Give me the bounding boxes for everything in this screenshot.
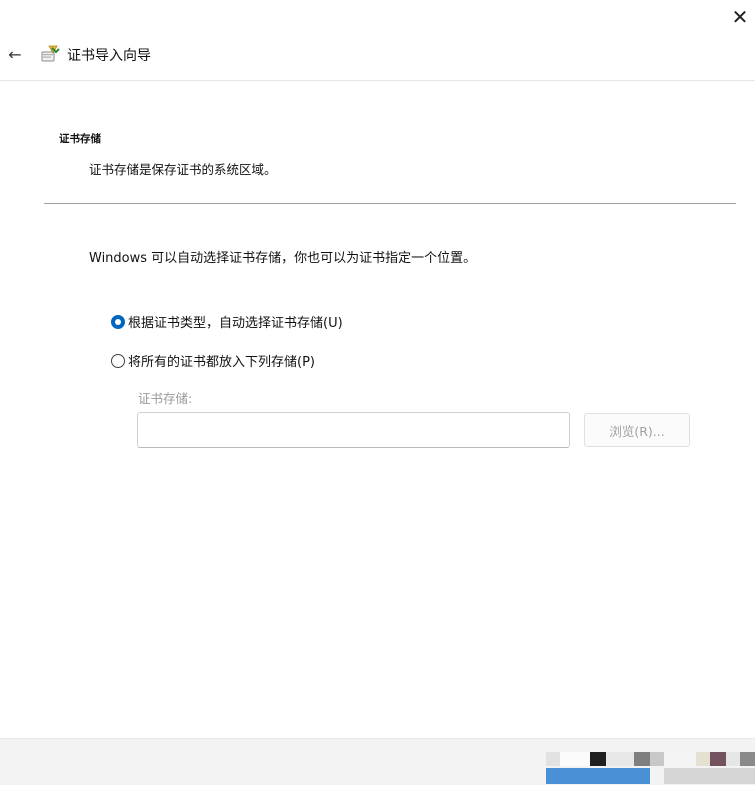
footer-pixel-block	[726, 752, 740, 766]
footer-pixel-block	[634, 752, 650, 766]
close-button[interactable]: ✕	[727, 5, 753, 29]
cancel-button[interactable]	[664, 768, 755, 784]
certificate-store-input[interactable]	[137, 412, 570, 448]
footer-pixel-block	[740, 752, 755, 766]
section-divider	[44, 203, 736, 204]
window-title: 证书导入向导	[67, 48, 151, 64]
radio-unchecked-icon[interactable]	[111, 353, 125, 368]
section-description: 证书存储是保存证书的系统区域。	[89, 162, 277, 177]
footer-pixel-block	[696, 752, 710, 766]
footer-pixel-block	[590, 752, 606, 766]
next-button[interactable]	[546, 768, 650, 784]
footer-pixel-block	[546, 752, 560, 766]
footer-pixel-block	[664, 752, 696, 766]
radio-place-in-store[interactable]: 将所有的证书都放入下列存储(P)	[111, 351, 315, 370]
radio-auto-select-label[interactable]: 根据证书类型，自动选择证书存储(U)	[128, 312, 343, 331]
certificate-wizard-icon	[41, 45, 60, 62]
footer-pixel-block	[650, 752, 664, 766]
section-heading: 证书存储	[59, 133, 101, 145]
intro-text: Windows 可以自动选择证书存储，你也可以为证书指定一个位置。	[89, 251, 477, 266]
footer-pixel-block	[560, 752, 590, 766]
certificate-store-label: 证书存储:	[138, 391, 193, 406]
close-icon: ✕	[731, 5, 749, 29]
footer-pixel-block	[710, 752, 726, 766]
back-button[interactable]: ←	[4, 43, 26, 65]
radio-checked-icon[interactable]	[111, 314, 125, 329]
footer-pixel-block	[606, 752, 634, 766]
browse-button[interactable]: 浏览(R)...	[584, 413, 690, 447]
back-arrow-icon: ←	[8, 44, 22, 64]
radio-auto-select-store[interactable]: 根据证书类型，自动选择证书存储(U)	[111, 312, 343, 331]
title-divider	[0, 80, 755, 81]
radio-place-in-store-label[interactable]: 将所有的证书都放入下列存储(P)	[128, 351, 315, 370]
